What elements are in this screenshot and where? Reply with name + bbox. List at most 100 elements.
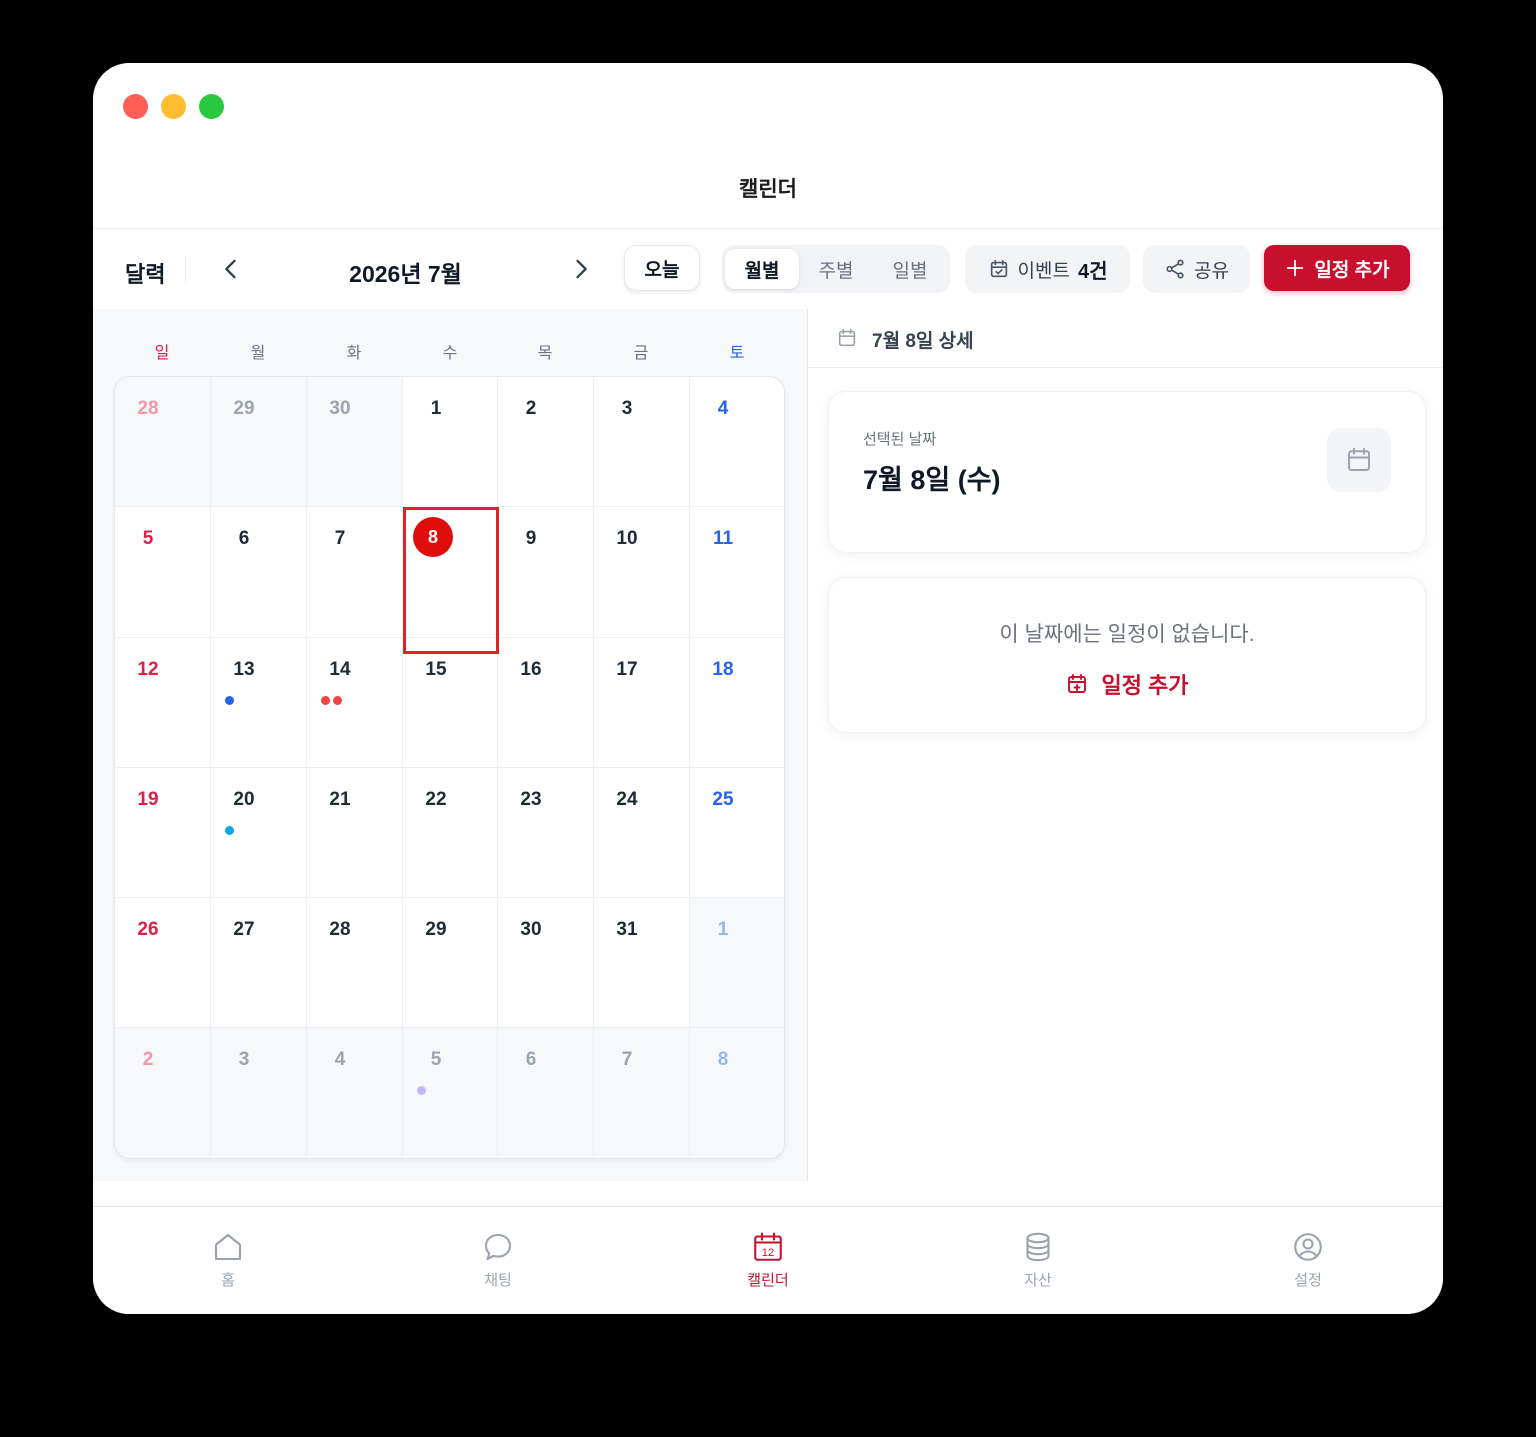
calendar-day-cell[interactable]: 28 <box>115 377 211 507</box>
day-number: 23 <box>520 789 542 810</box>
day-number: 7 <box>621 1049 633 1070</box>
day-number: 10 <box>616 528 638 549</box>
bottom-tab-bar: 홈 채팅 12 캘린더 자산 설정 <box>93 1206 1443 1314</box>
prev-month-button[interactable] <box>217 255 245 283</box>
calendar-day-cell[interactable]: 3 <box>594 377 690 507</box>
detail-header: 7월 8일 상세 <box>808 309 1443 368</box>
empty-add-event-link[interactable]: 일정 추가 <box>829 668 1425 700</box>
day-number: 13 <box>233 659 255 680</box>
day-number: 2 <box>142 1049 154 1070</box>
calendar-day-cell[interactable]: 5 <box>403 1028 498 1158</box>
day-number: 9 <box>525 528 537 549</box>
calendar-day-cell[interactable]: 6 <box>498 1028 594 1158</box>
zoom-window-button[interactable] <box>199 94 224 119</box>
calendar-day-cell[interactable]: 14 <box>307 638 403 768</box>
tab-assets-label: 자산 <box>1024 1272 1052 1289</box>
today-button[interactable]: 오늘 <box>624 245 700 291</box>
share-button[interactable]: 공유 <box>1143 245 1250 293</box>
calendar-day-cell[interactable]: 16 <box>498 638 594 768</box>
view-month-tab[interactable]: 월별 <box>725 249 799 289</box>
selected-date: 7월 8일 (수) <box>863 465 1001 495</box>
calendar-day-cell[interactable]: 12 <box>115 638 211 768</box>
day-number: 2 <box>525 398 537 419</box>
calendar-day-cell[interactable]: 17 <box>594 638 690 768</box>
calendar-day-cell[interactable]: 26 <box>115 898 211 1028</box>
calendar-day-cell[interactable]: 7 <box>307 507 403 638</box>
calendar-day-cell[interactable]: 22 <box>403 768 498 898</box>
calendar-day-cell[interactable]: 31 <box>594 898 690 1028</box>
calendar-day-cell[interactable]: 30 <box>307 377 403 507</box>
day-detail-panel: 7월 8일 상세 선택된 날짜 7월 8일 (수) 이 날짜에는 일정이 없습니… <box>807 309 1443 1181</box>
plus-icon <box>1287 259 1304 277</box>
events-count: 4건 <box>1077 260 1108 283</box>
tab-assets[interactable]: 자산 <box>978 1229 1098 1290</box>
svg-text:12: 12 <box>762 1247 775 1259</box>
weekday-header: 일월화수목금토 <box>114 339 785 363</box>
calendar-day-cell[interactable]: 5 <box>115 507 211 638</box>
day-number: 11 <box>712 528 734 549</box>
calendar-day-cell[interactable]: 24 <box>594 768 690 898</box>
calendar-day-cell[interactable]: 6 <box>211 507 307 638</box>
calendar-day-cell[interactable]: 27 <box>211 898 307 1028</box>
calendar-day-cell[interactable]: 11 <box>690 507 784 638</box>
day-number: 15 <box>425 659 447 680</box>
add-event-button[interactable]: 일정 추가 <box>1264 245 1410 291</box>
day-number: 4 <box>334 1049 346 1070</box>
view-day-tab[interactable]: 일별 <box>873 249 947 289</box>
calendar-day-cell[interactable]: 25 <box>690 768 784 898</box>
user-circle-icon <box>1294 1233 1322 1261</box>
app-window: 캘린더 달력 2026년 7월 오늘 월별 주별 일별 이벤트 4건 공유 일정… <box>93 63 1443 1314</box>
calendar-icon: 12 <box>754 1232 782 1261</box>
event-dots <box>225 696 234 705</box>
calendar-day-cell[interactable]: 9 <box>498 507 594 638</box>
calendar-day-cell[interactable]: 23 <box>498 768 594 898</box>
calendar-day-cell[interactable]: 10 <box>594 507 690 638</box>
weekday-label: 목 <box>537 345 553 362</box>
event-dots <box>321 696 342 705</box>
calendar-day-cell[interactable]: 30 <box>498 898 594 1028</box>
calendar-day-cell[interactable]: 2 <box>115 1028 211 1158</box>
day-number: 20 <box>233 789 255 810</box>
day-number: 31 <box>616 919 638 940</box>
next-month-button[interactable] <box>567 255 595 283</box>
tab-calendar[interactable]: 12 캘린더 <box>708 1229 828 1290</box>
calendar-day-cell[interactable]: 19 <box>115 768 211 898</box>
calendar-day-cell[interactable]: 18 <box>690 638 784 768</box>
calendar-day-cell[interactable]: 8 <box>690 1028 784 1158</box>
view-week-tab[interactable]: 주별 <box>799 249 873 289</box>
day-number: 16 <box>520 659 542 680</box>
calendar-day-cell[interactable]: 15 <box>403 638 498 768</box>
events-button[interactable]: 이벤트 4건 <box>965 245 1130 293</box>
calendar-day-cell[interactable]: 29 <box>403 898 498 1028</box>
calendar-day-cell[interactable]: 2 <box>498 377 594 507</box>
calendar-day-cell[interactable]: 1 <box>690 898 784 1028</box>
calendar-day-cell[interactable]: 4 <box>307 1028 403 1158</box>
event-dot <box>417 1086 426 1095</box>
calendar-day-cell[interactable]: 28 <box>307 898 403 1028</box>
day-number: 25 <box>712 789 734 810</box>
calendar-day-cell[interactable]: 4 <box>690 377 784 507</box>
day-number: 7 <box>334 528 346 549</box>
day-number: 30 <box>329 398 351 419</box>
day-number: 4 <box>717 398 729 419</box>
calendar-plus-icon <box>1068 674 1087 693</box>
calendar-day-cell[interactable]: 29 <box>211 377 307 507</box>
tab-home[interactable]: 홈 <box>168 1229 288 1290</box>
calendar-day-cell[interactable]: 1 <box>403 377 498 507</box>
calendar-day-cell[interactable]: 20 <box>211 768 307 898</box>
calendar-day-cell[interactable]: 13 <box>211 638 307 768</box>
empty-add-event-label: 일정 추가 <box>1101 673 1189 698</box>
calendar-day-cell[interactable]: 21 <box>307 768 403 898</box>
window-controls <box>123 94 224 119</box>
tab-chat[interactable]: 채팅 <box>438 1229 558 1290</box>
day-number: 28 <box>137 398 159 419</box>
main-content: 일월화수목금토 28 29 30 1 2 3 4 5 6 7 8 9 10 11 12 13 14 15 16 17 1… <box>93 309 1443 1181</box>
calendar-day-cell[interactable]: 3 <box>211 1028 307 1158</box>
month-calendar: 일월화수목금토 28 29 30 1 2 3 4 5 6 7 8 9 10 11 12 13 14 15 16 17 1… <box>93 309 807 1181</box>
calendar-day-cell[interactable]: 7 <box>594 1028 690 1158</box>
calendar-toolbar: 달력 2026년 7월 오늘 월별 주별 일별 이벤트 4건 공유 일정 추가 <box>93 228 1443 310</box>
day-number: 5 <box>430 1049 442 1070</box>
tab-settings[interactable]: 설정 <box>1248 1229 1368 1290</box>
close-window-button[interactable] <box>123 94 148 119</box>
minimize-window-button[interactable] <box>161 94 186 119</box>
